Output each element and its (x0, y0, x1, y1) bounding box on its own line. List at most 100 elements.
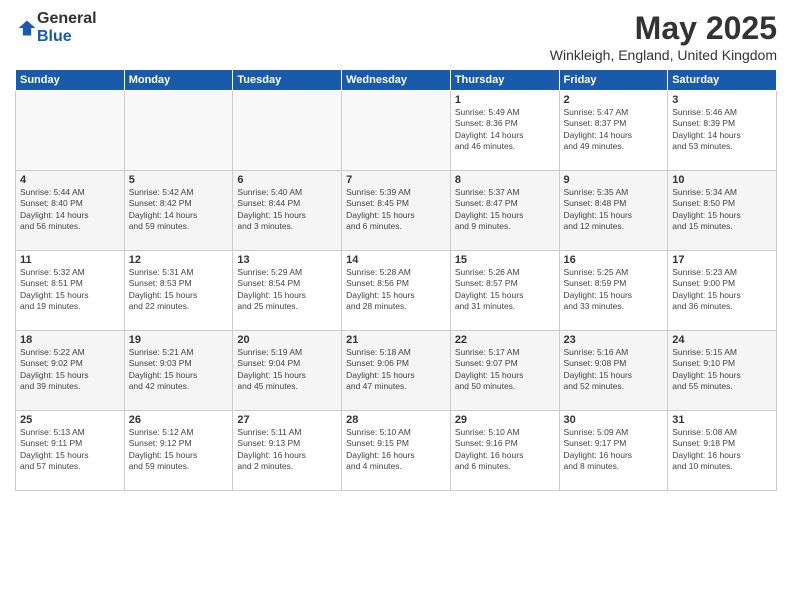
day-info: Sunrise: 5:17 AM Sunset: 9:07 PM Dayligh… (455, 347, 555, 393)
calendar-cell: 6Sunrise: 5:40 AM Sunset: 8:44 PM Daylig… (233, 171, 342, 251)
day-number: 16 (564, 254, 664, 266)
day-info: Sunrise: 5:19 AM Sunset: 9:04 PM Dayligh… (237, 347, 337, 393)
logo-blue-text: Blue (37, 28, 97, 46)
calendar-header-row: Sunday Monday Tuesday Wednesday Thursday… (16, 70, 777, 91)
day-number: 22 (455, 334, 555, 346)
day-number: 5 (129, 174, 229, 186)
day-info: Sunrise: 5:09 AM Sunset: 9:17 PM Dayligh… (564, 427, 664, 473)
calendar-cell: 25Sunrise: 5:13 AM Sunset: 9:11 PM Dayli… (16, 411, 125, 491)
day-number: 31 (672, 414, 772, 426)
day-info: Sunrise: 5:37 AM Sunset: 8:47 PM Dayligh… (455, 187, 555, 233)
calendar-cell (233, 91, 342, 171)
day-number: 9 (564, 174, 664, 186)
day-info: Sunrise: 5:47 AM Sunset: 8:37 PM Dayligh… (564, 107, 664, 153)
day-info: Sunrise: 5:21 AM Sunset: 9:03 PM Dayligh… (129, 347, 229, 393)
calendar-subtitle: Winkleigh, England, United Kingdom (550, 47, 777, 63)
calendar-cell: 26Sunrise: 5:12 AM Sunset: 9:12 PM Dayli… (124, 411, 233, 491)
day-number: 21 (346, 334, 446, 346)
day-info: Sunrise: 5:28 AM Sunset: 8:56 PM Dayligh… (346, 267, 446, 313)
header-thursday: Thursday (450, 70, 559, 91)
calendar-cell (16, 91, 125, 171)
day-number: 3 (672, 94, 772, 106)
calendar-cell: 22Sunrise: 5:17 AM Sunset: 9:07 PM Dayli… (450, 331, 559, 411)
day-info: Sunrise: 5:44 AM Sunset: 8:40 PM Dayligh… (20, 187, 120, 233)
day-info: Sunrise: 5:16 AM Sunset: 9:08 PM Dayligh… (564, 347, 664, 393)
calendar-cell: 31Sunrise: 5:08 AM Sunset: 9:18 PM Dayli… (668, 411, 777, 491)
calendar-cell: 11Sunrise: 5:32 AM Sunset: 8:51 PM Dayli… (16, 251, 125, 331)
day-info: Sunrise: 5:39 AM Sunset: 8:45 PM Dayligh… (346, 187, 446, 233)
calendar-cell: 10Sunrise: 5:34 AM Sunset: 8:50 PM Dayli… (668, 171, 777, 251)
day-info: Sunrise: 5:42 AM Sunset: 8:42 PM Dayligh… (129, 187, 229, 233)
calendar-cell: 20Sunrise: 5:19 AM Sunset: 9:04 PM Dayli… (233, 331, 342, 411)
day-info: Sunrise: 5:22 AM Sunset: 9:02 PM Dayligh… (20, 347, 120, 393)
calendar-cell: 28Sunrise: 5:10 AM Sunset: 9:15 PM Dayli… (342, 411, 451, 491)
day-number: 4 (20, 174, 120, 186)
logo: General Blue (15, 10, 97, 45)
day-info: Sunrise: 5:25 AM Sunset: 8:59 PM Dayligh… (564, 267, 664, 313)
day-info: Sunrise: 5:26 AM Sunset: 8:57 PM Dayligh… (455, 267, 555, 313)
day-number: 20 (237, 334, 337, 346)
day-info: Sunrise: 5:34 AM Sunset: 8:50 PM Dayligh… (672, 187, 772, 233)
header-wednesday: Wednesday (342, 70, 451, 91)
day-info: Sunrise: 5:32 AM Sunset: 8:51 PM Dayligh… (20, 267, 120, 313)
calendar-cell: 16Sunrise: 5:25 AM Sunset: 8:59 PM Dayli… (559, 251, 668, 331)
calendar-cell: 5Sunrise: 5:42 AM Sunset: 8:42 PM Daylig… (124, 171, 233, 251)
calendar-cell (342, 91, 451, 171)
calendar-cell: 3Sunrise: 5:46 AM Sunset: 8:39 PM Daylig… (668, 91, 777, 171)
page-header: General Blue May 2025 Winkleigh, England… (15, 10, 777, 63)
day-info: Sunrise: 5:31 AM Sunset: 8:53 PM Dayligh… (129, 267, 229, 313)
day-info: Sunrise: 5:08 AM Sunset: 9:18 PM Dayligh… (672, 427, 772, 473)
day-info: Sunrise: 5:23 AM Sunset: 9:00 PM Dayligh… (672, 267, 772, 313)
header-friday: Friday (559, 70, 668, 91)
calendar-week-3: 11Sunrise: 5:32 AM Sunset: 8:51 PM Dayli… (16, 251, 777, 331)
calendar-week-4: 18Sunrise: 5:22 AM Sunset: 9:02 PM Dayli… (16, 331, 777, 411)
day-number: 12 (129, 254, 229, 266)
day-number: 26 (129, 414, 229, 426)
day-number: 2 (564, 94, 664, 106)
header-sunday: Sunday (16, 70, 125, 91)
day-number: 11 (20, 254, 120, 266)
calendar-cell: 17Sunrise: 5:23 AM Sunset: 9:00 PM Dayli… (668, 251, 777, 331)
calendar-cell: 24Sunrise: 5:15 AM Sunset: 9:10 PM Dayli… (668, 331, 777, 411)
calendar-cell: 18Sunrise: 5:22 AM Sunset: 9:02 PM Dayli… (16, 331, 125, 411)
day-info: Sunrise: 5:35 AM Sunset: 8:48 PM Dayligh… (564, 187, 664, 233)
calendar-cell: 29Sunrise: 5:10 AM Sunset: 9:16 PM Dayli… (450, 411, 559, 491)
day-number: 6 (237, 174, 337, 186)
day-number: 28 (346, 414, 446, 426)
calendar-cell: 27Sunrise: 5:11 AM Sunset: 9:13 PM Dayli… (233, 411, 342, 491)
calendar-cell: 21Sunrise: 5:18 AM Sunset: 9:06 PM Dayli… (342, 331, 451, 411)
calendar-week-1: 1Sunrise: 5:49 AM Sunset: 8:36 PM Daylig… (16, 91, 777, 171)
day-number: 1 (455, 94, 555, 106)
header-tuesday: Tuesday (233, 70, 342, 91)
calendar-cell: 13Sunrise: 5:29 AM Sunset: 8:54 PM Dayli… (233, 251, 342, 331)
day-number: 10 (672, 174, 772, 186)
calendar-table: Sunday Monday Tuesday Wednesday Thursday… (15, 69, 777, 491)
day-info: Sunrise: 5:13 AM Sunset: 9:11 PM Dayligh… (20, 427, 120, 473)
day-number: 8 (455, 174, 555, 186)
calendar-cell: 8Sunrise: 5:37 AM Sunset: 8:47 PM Daylig… (450, 171, 559, 251)
calendar-cell: 7Sunrise: 5:39 AM Sunset: 8:45 PM Daylig… (342, 171, 451, 251)
day-info: Sunrise: 5:49 AM Sunset: 8:36 PM Dayligh… (455, 107, 555, 153)
day-number: 30 (564, 414, 664, 426)
calendar-cell: 23Sunrise: 5:16 AM Sunset: 9:08 PM Dayli… (559, 331, 668, 411)
calendar-cell: 4Sunrise: 5:44 AM Sunset: 8:40 PM Daylig… (16, 171, 125, 251)
calendar-week-2: 4Sunrise: 5:44 AM Sunset: 8:40 PM Daylig… (16, 171, 777, 251)
day-info: Sunrise: 5:15 AM Sunset: 9:10 PM Dayligh… (672, 347, 772, 393)
header-saturday: Saturday (668, 70, 777, 91)
day-number: 15 (455, 254, 555, 266)
calendar-week-5: 25Sunrise: 5:13 AM Sunset: 9:11 PM Dayli… (16, 411, 777, 491)
day-number: 23 (564, 334, 664, 346)
calendar-title: May 2025 (550, 10, 777, 47)
calendar-cell: 2Sunrise: 5:47 AM Sunset: 8:37 PM Daylig… (559, 91, 668, 171)
calendar-cell: 1Sunrise: 5:49 AM Sunset: 8:36 PM Daylig… (450, 91, 559, 171)
calendar-cell (124, 91, 233, 171)
day-number: 19 (129, 334, 229, 346)
calendar-cell: 12Sunrise: 5:31 AM Sunset: 8:53 PM Dayli… (124, 251, 233, 331)
day-number: 25 (20, 414, 120, 426)
day-number: 17 (672, 254, 772, 266)
day-info: Sunrise: 5:12 AM Sunset: 9:12 PM Dayligh… (129, 427, 229, 473)
day-info: Sunrise: 5:46 AM Sunset: 8:39 PM Dayligh… (672, 107, 772, 153)
day-info: Sunrise: 5:29 AM Sunset: 8:54 PM Dayligh… (237, 267, 337, 313)
day-info: Sunrise: 5:10 AM Sunset: 9:16 PM Dayligh… (455, 427, 555, 473)
title-block: May 2025 Winkleigh, England, United King… (550, 10, 777, 63)
